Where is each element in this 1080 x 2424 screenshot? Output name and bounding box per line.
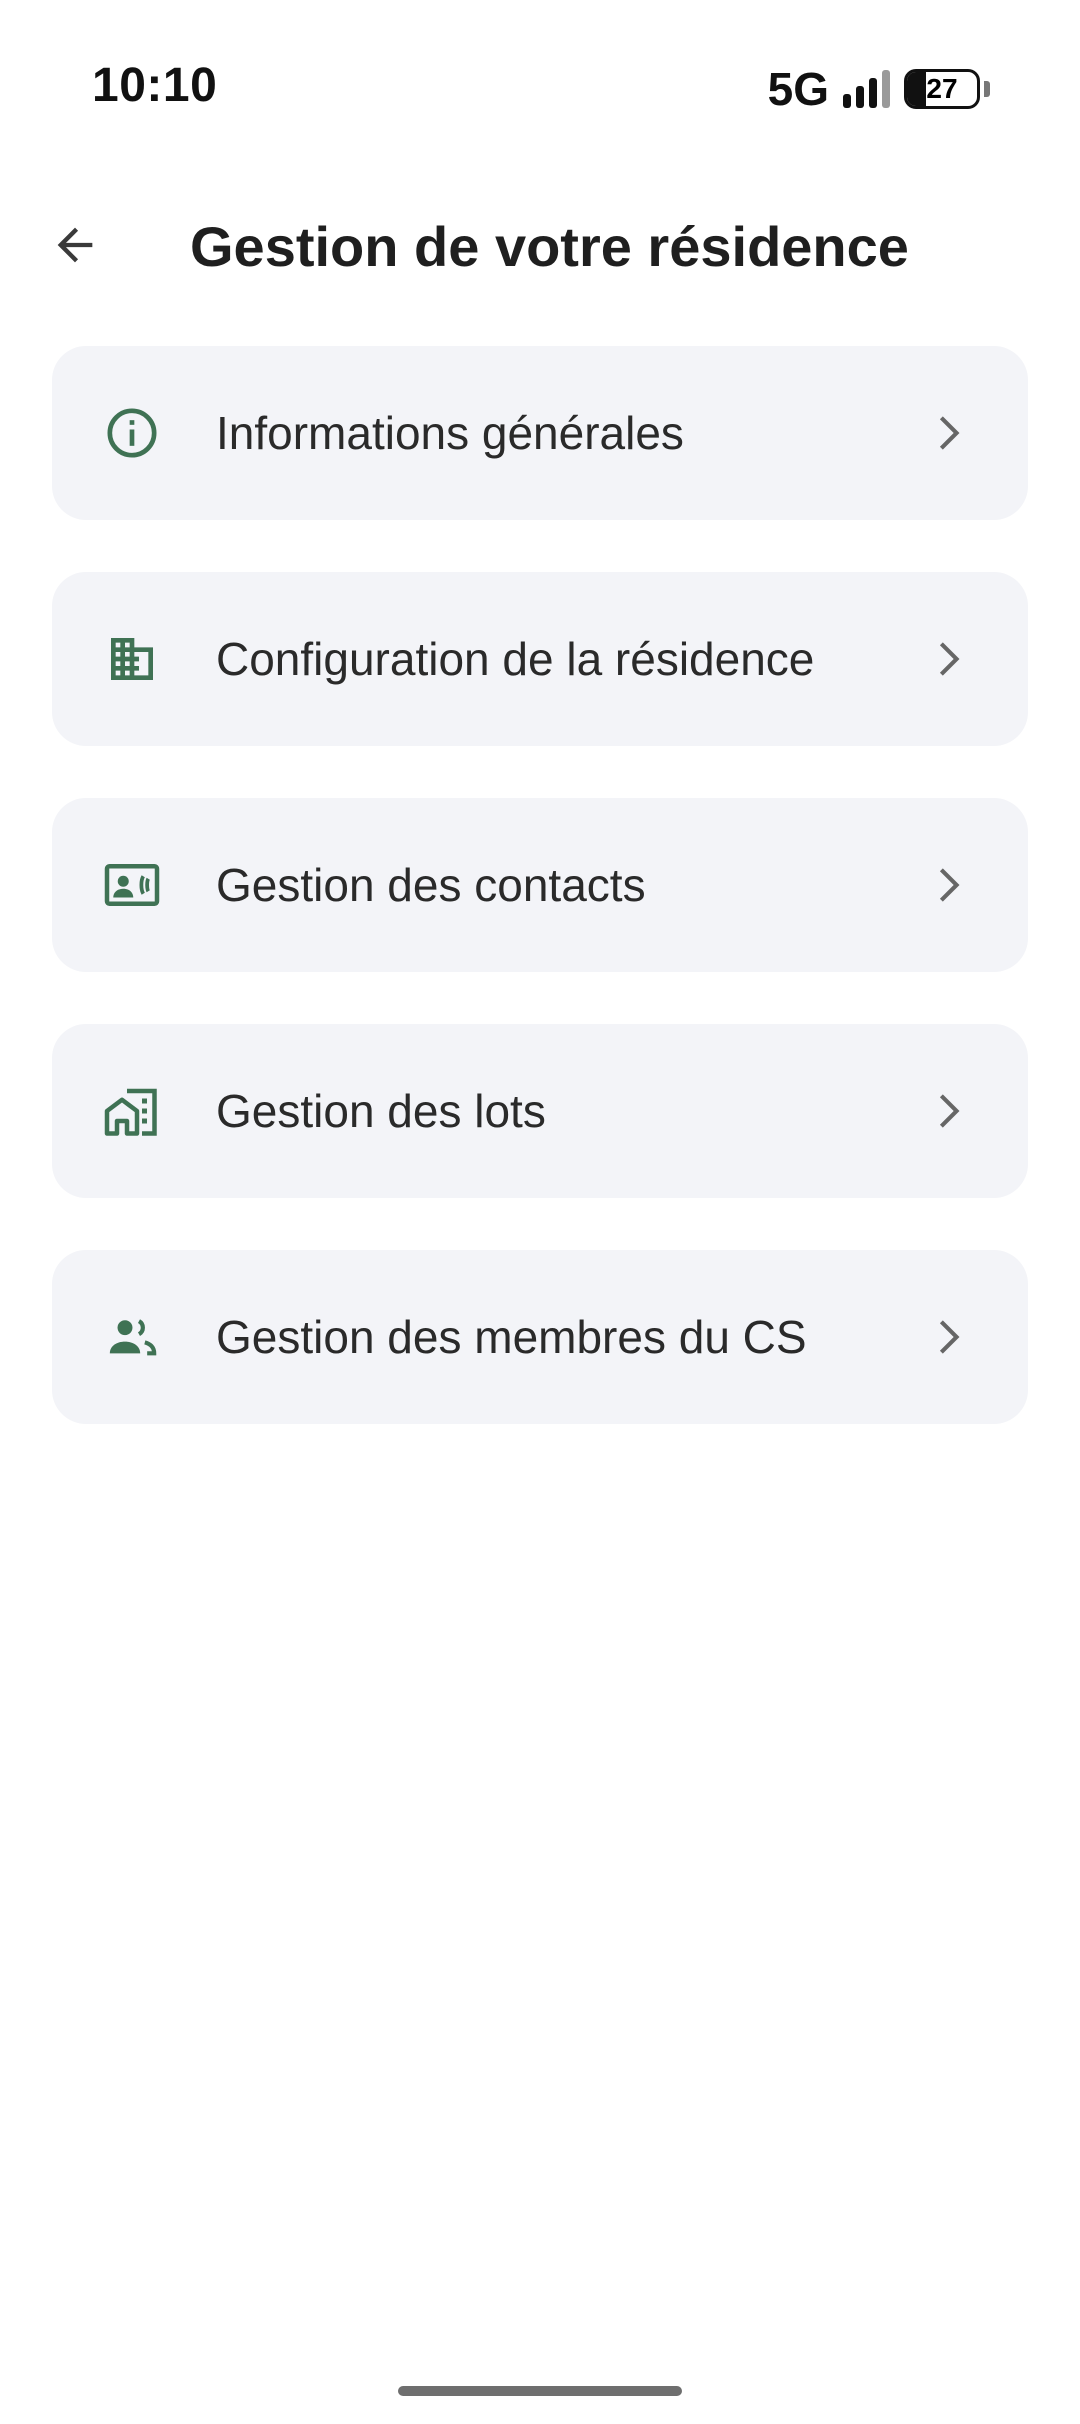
status-indicators: 5G 27 bbox=[768, 62, 990, 116]
battery-icon: 27 bbox=[904, 69, 980, 109]
signal-icon bbox=[843, 70, 890, 108]
home-indicator[interactable] bbox=[398, 2386, 682, 2396]
group-icon bbox=[102, 1307, 162, 1367]
menu-item-label: Configuration de la résidence bbox=[216, 633, 815, 685]
chevron-right-icon bbox=[939, 642, 960, 676]
battery-fill bbox=[907, 72, 926, 106]
menu-item-label: Gestion des membres du CS bbox=[216, 1311, 807, 1363]
network-type: 5G bbox=[767, 63, 829, 115]
battery-cap bbox=[984, 81, 990, 97]
chevron-right-icon bbox=[939, 416, 960, 450]
menu-item-informations-generales[interactable]: Informations générales bbox=[52, 346, 1028, 520]
app-header: Gestion de votre résidence bbox=[0, 190, 1080, 300]
back-button[interactable] bbox=[40, 210, 110, 280]
menu-item-gestion-membres-cs[interactable]: Gestion des membres du CS bbox=[52, 1250, 1028, 1424]
page-title: Gestion de votre résidence bbox=[190, 215, 909, 278]
home-work-icon bbox=[102, 1081, 162, 1141]
menu-item-gestion-contacts[interactable]: Gestion des contacts bbox=[52, 798, 1028, 972]
menu-list: Informations générales Configuration de … bbox=[52, 346, 1028, 1476]
chevron-right-icon bbox=[939, 1320, 960, 1354]
menu-item-label: Informations générales bbox=[216, 407, 684, 459]
chevron-right-icon bbox=[939, 1094, 960, 1128]
arrow-left-icon bbox=[57, 227, 93, 263]
status-bar: 10:10 5G 27 bbox=[0, 0, 1080, 170]
building-icon bbox=[102, 629, 162, 689]
chevron-right-icon bbox=[939, 868, 960, 902]
menu-item-configuration-residence[interactable]: Configuration de la résidence bbox=[52, 572, 1028, 746]
menu-item-label: Gestion des contacts bbox=[216, 859, 646, 911]
battery-level: 27 bbox=[926, 73, 958, 104]
info-icon bbox=[102, 403, 162, 463]
menu-item-label: Gestion des lots bbox=[216, 1085, 546, 1137]
status-time: 10:10 bbox=[92, 59, 218, 112]
menu-item-gestion-lots[interactable]: Gestion des lots bbox=[52, 1024, 1028, 1198]
contact-card-icon bbox=[102, 855, 162, 915]
